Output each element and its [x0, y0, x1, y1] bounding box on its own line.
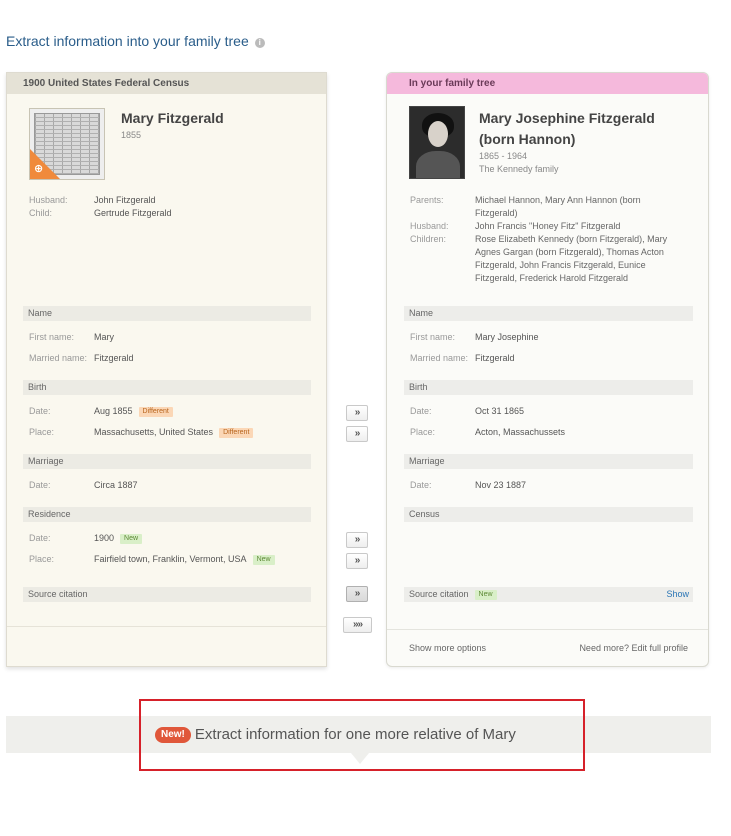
tree-person-name: Mary Josephine Fitzgerald (born Hannon): [479, 110, 655, 147]
record-first-name-row: First name: Mary: [29, 332, 114, 342]
census-thumbnail[interactable]: ⊕: [29, 108, 105, 180]
transfer-all-button[interactable]: »»: [343, 617, 372, 633]
tree-married-name-row: Married name: Fitzgerald: [410, 353, 515, 363]
transfer-residence-place-button[interactable]: »: [346, 553, 368, 569]
record-marriage-date-row: Date: Circa 1887: [29, 480, 138, 490]
extract-more-relative-button[interactable]: New! Extract information for one more rel…: [155, 724, 516, 746]
tree-panel-footer: Show more options Need more? Edit full p…: [387, 629, 708, 666]
tree-husband-value: John Francis "Honey Fitz" Fitzgerald: [475, 221, 621, 231]
show-more-options-link[interactable]: Show more options: [409, 643, 486, 653]
record-person-name: Mary Fitzgerald: [121, 110, 224, 126]
different-badge: Different: [138, 407, 173, 417]
photo-face: [428, 121, 448, 147]
edit-full-profile-link[interactable]: Need more? Edit full profile: [579, 643, 688, 653]
show-source-link[interactable]: Show: [666, 587, 689, 602]
profile-photo[interactable]: [409, 106, 465, 179]
record-panel: 1900 United States Federal Census ⊕ Mary…: [6, 72, 327, 667]
record-husband-row: Husband: John Fitzgerald: [29, 195, 156, 205]
record-child-row: Child: Gertrude Fitzgerald: [29, 208, 172, 218]
transfer-birth-place-button[interactable]: »: [346, 426, 368, 442]
page-title: Extract information into your family tre…: [6, 33, 265, 49]
transfer-residence-date-button[interactable]: »: [346, 532, 368, 548]
tree-section-marriage: Marriage: [404, 454, 693, 469]
info-icon[interactable]: i: [254, 38, 265, 48]
tree-section-census: Census: [404, 507, 693, 522]
record-person-years: 1855: [121, 130, 142, 140]
record-footer-divider: [7, 626, 326, 627]
new-badge: New: [120, 534, 143, 544]
tree-parents-value: Michael Hannon, Mary Ann Hannon (born Fi…: [475, 195, 641, 218]
tree-person-years: 1865 - 1964: [479, 151, 528, 161]
new-badge: New: [474, 590, 497, 600]
record-married-name-row: Married name: Fitzgerald: [29, 353, 134, 363]
record-section-birth: Birth: [23, 380, 311, 395]
record-residence-date-row: Date: 1900 New: [29, 532, 319, 545]
record-panel-header: 1900 United States Federal Census: [7, 73, 326, 94]
record-section-source: Source citation: [23, 587, 311, 602]
zoom-icon[interactable]: ⊕: [34, 164, 43, 175]
record-section-residence: Residence: [23, 507, 311, 522]
different-badge: Different: [219, 428, 254, 438]
new-badge: New!: [155, 727, 191, 743]
record-section-name: Name: [23, 306, 311, 321]
tree-panel: In your family tree Mary Josephine Fitzg…: [386, 72, 709, 667]
record-residence-place-row: Place: Fairfield town, Franklin, Vermont…: [29, 553, 319, 566]
tree-section-name: Name: [404, 306, 693, 321]
tree-marriage-date-row: Date: Nov 23 1887: [410, 480, 527, 490]
tree-panel-header: In your family tree: [387, 73, 708, 94]
record-section-marriage: Marriage: [23, 454, 311, 469]
tree-first-name-row: First name: Mary Josephine: [410, 332, 539, 342]
tree-section-birth: Birth: [404, 380, 693, 395]
record-birth-date-row: Date: Aug 1855 Different: [29, 405, 319, 418]
record-birth-place-row: Place: Massachusetts, United States Diffe…: [29, 426, 319, 439]
tree-person-family: The Kennedy family: [479, 164, 559, 174]
tree-section-source: Source citation New Show: [404, 587, 693, 602]
tree-birth-place-row: Place: Acton, Massachussets: [410, 427, 566, 437]
transfer-birth-date-button[interactable]: »: [346, 405, 368, 421]
tree-birth-date-row: Date: Oct 31 1865: [410, 406, 525, 416]
tree-children-value: Rose Elizabeth Kennedy (born Fitzgerald)…: [475, 234, 668, 283]
new-badge: New: [252, 555, 275, 565]
transfer-source-citation-button[interactable]: »: [346, 586, 368, 602]
photo-body: [416, 151, 460, 178]
